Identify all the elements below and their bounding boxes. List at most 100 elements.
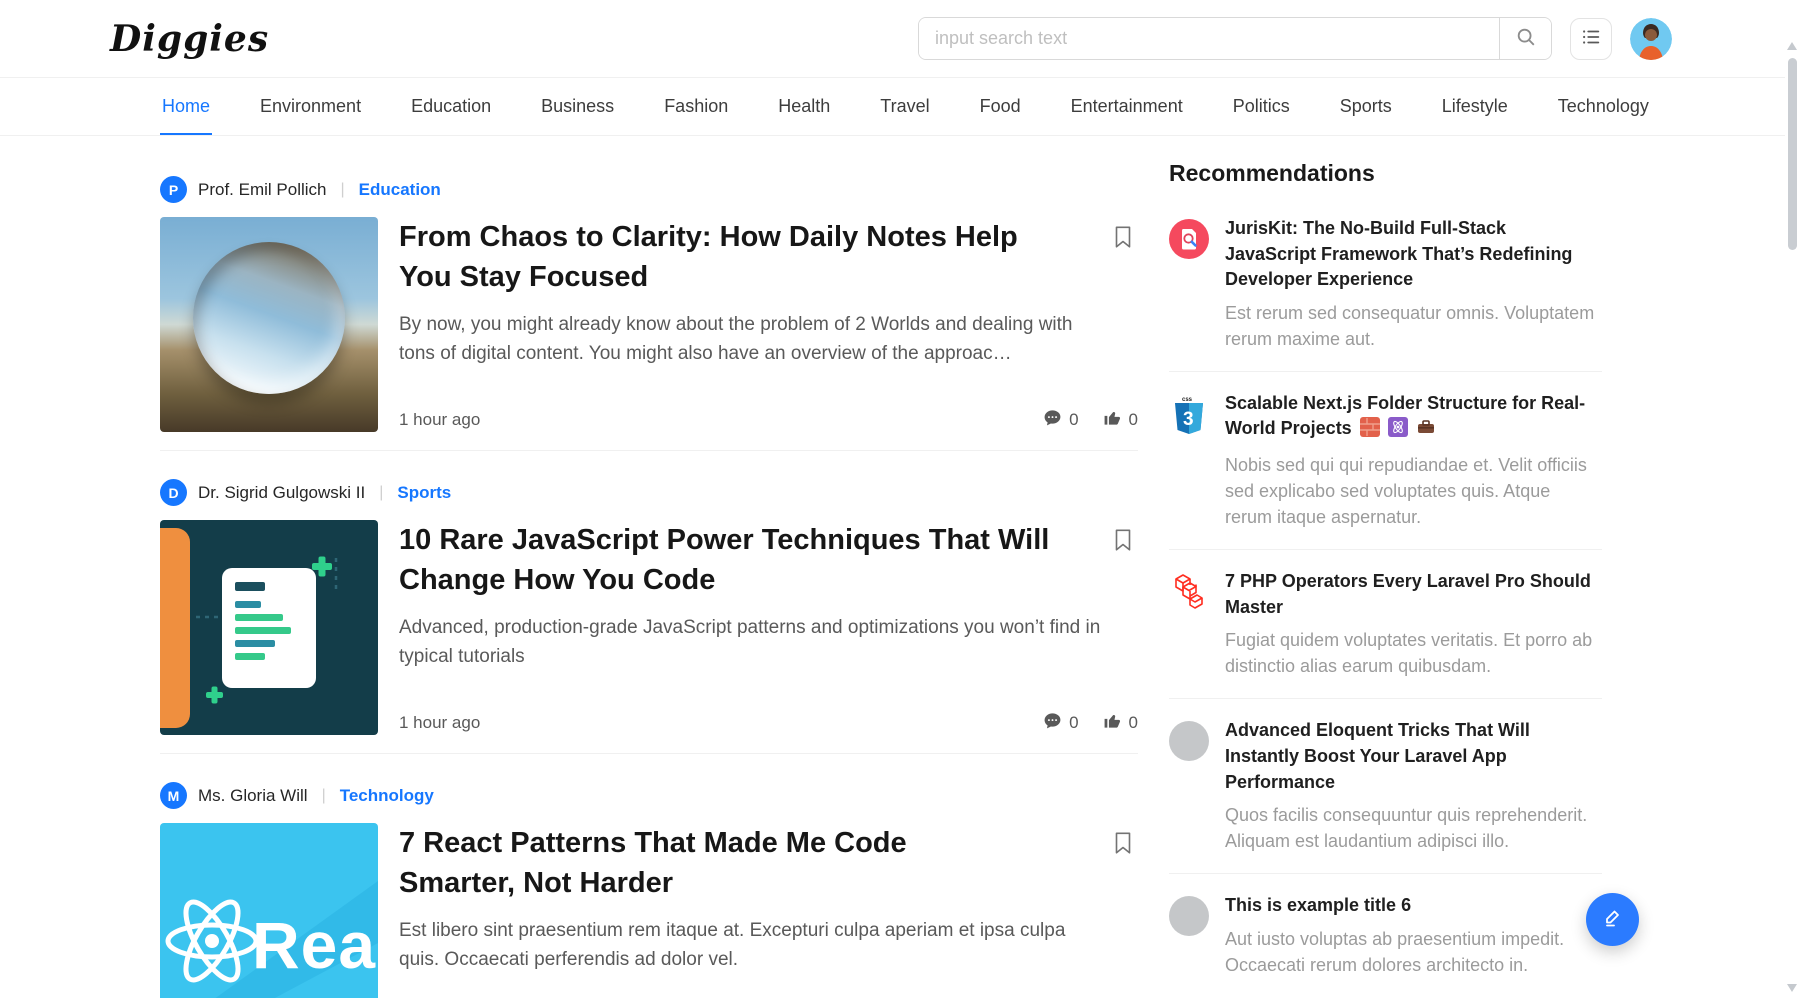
- recommendation-item[interactable]: Advanced Eloquent Tricks That Will Insta…: [1169, 699, 1602, 874]
- bookmark-button[interactable]: [1108, 221, 1138, 256]
- thumbs-up-icon: [1103, 408, 1122, 432]
- article-body: From Chaos to Clarity: How Daily Notes H…: [160, 217, 1138, 432]
- nav-tab-sports[interactable]: Sports: [1338, 78, 1394, 135]
- recommendations-sidebar: Recommendations JurisKit: The No-Build F…: [1169, 136, 1602, 998]
- comment-icon: [1043, 711, 1062, 735]
- article-author-row: M Ms. Gloria Will | Technology: [160, 782, 1138, 809]
- article-category-link[interactable]: Education: [359, 180, 441, 200]
- recommendation-item[interactable]: css 3 Scalable Next.js Folder Structure …: [1169, 372, 1602, 550]
- edit-pencil-icon: [1601, 906, 1625, 933]
- author-avatar[interactable]: P: [160, 176, 187, 203]
- article-content: 7 React Patterns That Made Me Code Smart…: [399, 823, 1138, 998]
- recommendation-description: Fugiat quidem voluptates veritatis. Et p…: [1225, 627, 1602, 679]
- article-thumbnail-react[interactable]: React: [160, 823, 378, 998]
- author-name[interactable]: Prof. Emil Pollich: [198, 180, 326, 200]
- article-category-link[interactable]: Technology: [340, 786, 434, 806]
- recommendations-title: Recommendations: [1169, 160, 1602, 187]
- category-nav: Home Environment Education Business Fash…: [0, 78, 1800, 136]
- nav-tab-food[interactable]: Food: [978, 78, 1023, 135]
- nav-tab-lifestyle[interactable]: Lifestyle: [1440, 78, 1510, 135]
- nav-tab-fashion[interactable]: Fashion: [662, 78, 730, 135]
- author-avatar[interactable]: M: [160, 782, 187, 809]
- article-body: React 7 React Patterns That Made Me Code…: [160, 823, 1138, 998]
- placeholder-avatar: [1169, 896, 1209, 936]
- recommendation-item[interactable]: This is example title 6 Aut iusto volupt…: [1169, 874, 1602, 997]
- article-author-row: P Prof. Emil Pollich | Education: [160, 176, 1138, 203]
- bookmark-icon: [1110, 845, 1136, 860]
- nav-tab-business[interactable]: Business: [539, 78, 616, 135]
- phone-app-graphic: [160, 520, 378, 735]
- nav-tab-education[interactable]: Education: [409, 78, 493, 135]
- compose-fab-button[interactable]: [1586, 893, 1639, 946]
- recommendation-item[interactable]: 7 PHP Operators Every Laravel Pro Should…: [1169, 550, 1602, 699]
- briefcase-emoji-icon: [1416, 417, 1436, 445]
- bookmark-icon: [1110, 542, 1136, 557]
- article-author-row: D Dr. Sigrid Gulgowski II | Sports: [160, 479, 1138, 506]
- separator: |: [319, 787, 329, 805]
- author-name[interactable]: Ms. Gloria Will: [198, 786, 308, 806]
- scrollbar-down-arrow[interactable]: [1787, 984, 1797, 992]
- author-avatar[interactable]: D: [160, 479, 187, 506]
- article-thumbnail-phone-app[interactable]: [160, 520, 378, 735]
- likes-stat[interactable]: 0: [1103, 711, 1138, 735]
- brick-emoji-icon: [1360, 417, 1380, 445]
- search-icon: [1515, 26, 1537, 51]
- bookmark-button[interactable]: [1108, 524, 1138, 559]
- svg-text:3: 3: [1183, 409, 1194, 430]
- scrollbar-up-arrow[interactable]: [1787, 42, 1797, 50]
- nav-tab-politics[interactable]: Politics: [1231, 78, 1292, 135]
- comments-stat[interactable]: 0: [1043, 408, 1078, 432]
- nav-tab-travel[interactable]: Travel: [878, 78, 931, 135]
- article-title[interactable]: 7 React Patterns That Made Me Code Smart…: [399, 823, 959, 903]
- user-avatar[interactable]: [1630, 18, 1672, 60]
- article-title[interactable]: 10 Rare JavaScript Power Techniques That…: [399, 520, 1064, 600]
- scrollbar-thumb[interactable]: [1788, 58, 1797, 250]
- search-box: [918, 17, 1552, 60]
- likes-stat[interactable]: 0: [1103, 408, 1138, 432]
- page-scrollbar: [1785, 0, 1800, 998]
- separator: |: [376, 484, 386, 502]
- article-card: M Ms. Gloria Will | Technology: [160, 754, 1138, 998]
- article-excerpt: By now, you might already know about the…: [399, 311, 1104, 368]
- app-logo[interactable]: Diggies: [110, 18, 269, 60]
- article-thumbnail-crystal-ball[interactable]: [160, 217, 378, 432]
- bookmark-button[interactable]: [1108, 827, 1138, 862]
- author-name[interactable]: Dr. Sigrid Gulgowski II: [198, 483, 365, 503]
- recommendation-description: Quos facilis consequuntur quis reprehend…: [1225, 802, 1602, 854]
- article-excerpt: Advanced, production-grade JavaScript pa…: [399, 614, 1104, 671]
- article-title[interactable]: From Chaos to Clarity: How Daily Notes H…: [399, 217, 1064, 297]
- nav-tab-health[interactable]: Health: [776, 78, 832, 135]
- article-category-link[interactable]: Sports: [397, 483, 451, 503]
- nav-tab-environment[interactable]: Environment: [258, 78, 363, 135]
- recommendation-title: Advanced Eloquent Tricks That Will Insta…: [1225, 718, 1602, 795]
- document-search-red-badge-icon: [1169, 219, 1209, 259]
- list-icon: [1580, 26, 1602, 51]
- comments-stat[interactable]: 0: [1043, 711, 1078, 735]
- article-footer: 1 hour ago 0: [399, 398, 1138, 432]
- article-excerpt: Est libero sint praesentium rem itaque a…: [399, 917, 1104, 974]
- recommendation-description: Aut iusto voluptas ab praesentium impedi…: [1225, 926, 1602, 978]
- search-input[interactable]: [919, 18, 1499, 59]
- comments-count: 0: [1069, 410, 1078, 430]
- article-body: 10 Rare JavaScript Power Techniques That…: [160, 520, 1138, 735]
- nav-tab-entertainment[interactable]: Entertainment: [1069, 78, 1185, 135]
- recommendation-title: This is example title 6: [1225, 893, 1602, 919]
- nav-tab-home[interactable]: Home: [160, 78, 212, 135]
- feed-list-toggle-button[interactable]: [1570, 18, 1612, 60]
- laravel-logo-icon: [1169, 572, 1209, 612]
- recommendation-description: Est rerum sed consequatur omnis. Volupta…: [1225, 300, 1602, 352]
- placeholder-avatar: [1169, 721, 1209, 761]
- content-layout: P Prof. Emil Pollich | Education From Ch…: [0, 136, 1800, 998]
- user-avatar-photo: [1630, 18, 1672, 60]
- css3-logo-icon: css 3: [1169, 394, 1209, 434]
- svg-text:css: css: [1182, 397, 1193, 403]
- search-button[interactable]: [1499, 18, 1551, 59]
- nav-tab-technology[interactable]: Technology: [1556, 78, 1651, 135]
- top-header: Diggies: [0, 0, 1800, 78]
- likes-count: 0: [1129, 713, 1138, 733]
- article-content: 10 Rare JavaScript Power Techniques That…: [399, 520, 1138, 735]
- header-actions: [918, 17, 1672, 60]
- comments-count: 0: [1069, 713, 1078, 733]
- recommendation-item[interactable]: JurisKit: The No-Build Full-Stack JavaSc…: [1169, 197, 1602, 372]
- likes-count: 0: [1129, 410, 1138, 430]
